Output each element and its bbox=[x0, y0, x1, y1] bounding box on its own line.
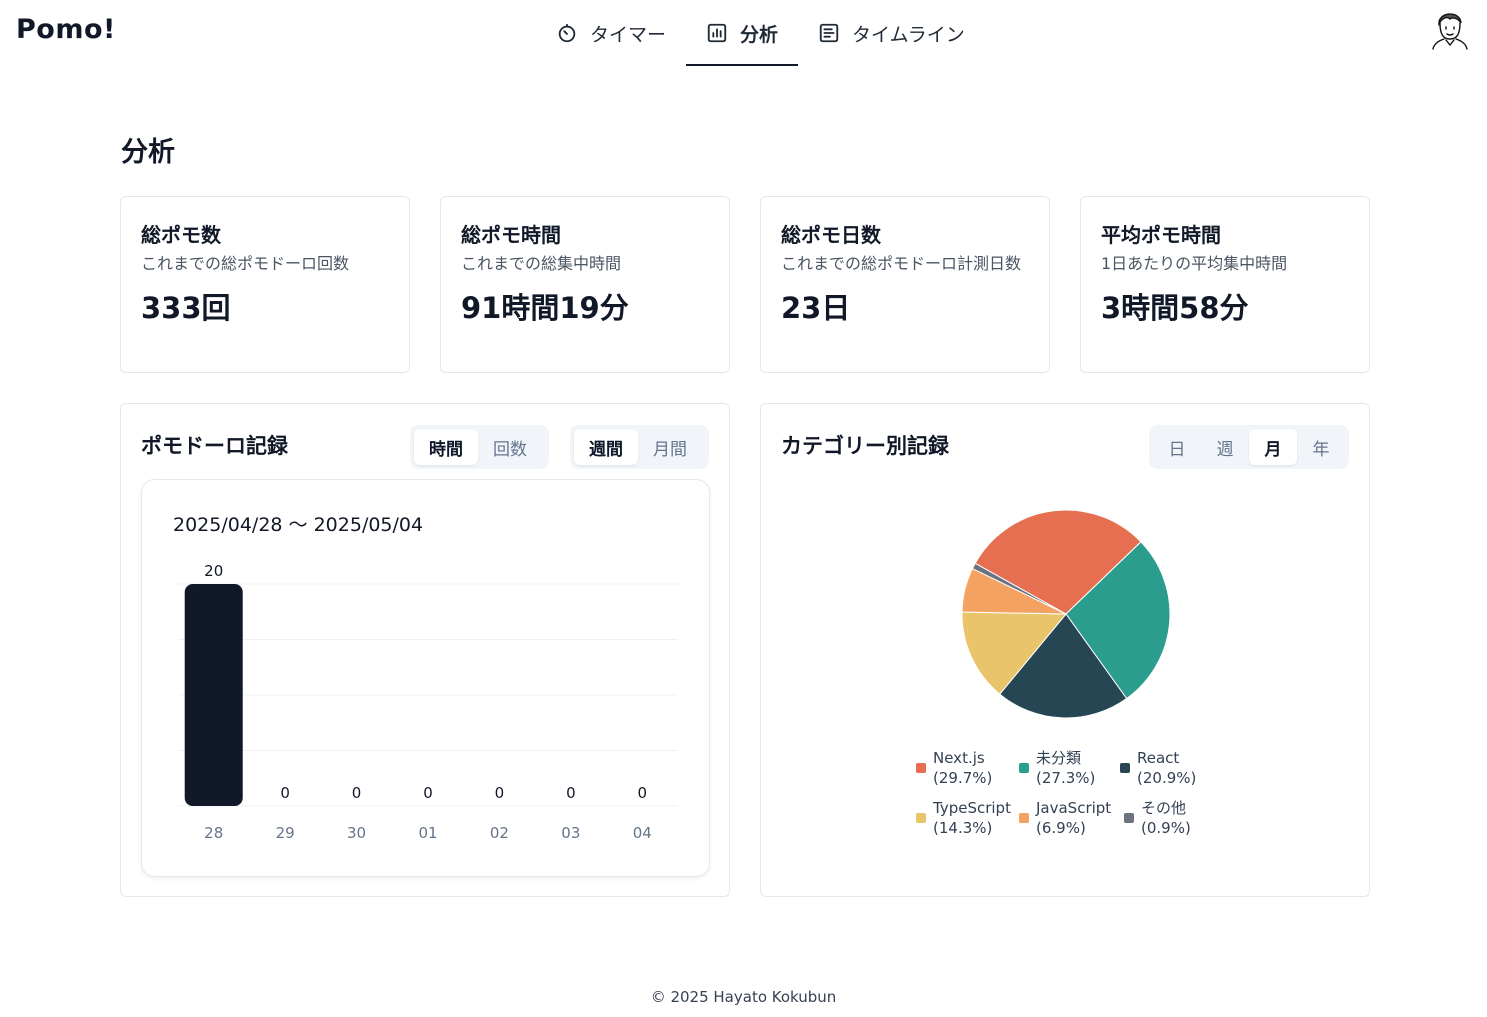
legend-label: TypeScript bbox=[933, 799, 1011, 817]
toggle-monthly-button[interactable]: 月間 bbox=[638, 429, 702, 465]
stat-card-total-count: 総ポモ数 これまでの総ポモドーロ回数 333回 bbox=[120, 196, 410, 373]
legend-swatch bbox=[1019, 763, 1029, 773]
stat-value: 3時間58分 bbox=[1101, 291, 1249, 325]
pomodoro-records-panel: ポモドーロ記録 時間 回数 週間 月間 2025/04/28 〜 2025/05… bbox=[120, 403, 730, 897]
nav-tab-timeline[interactable]: タイムライン bbox=[798, 0, 985, 66]
stat-description: これまでの総ポモドーロ計測日数 bbox=[781, 254, 1022, 273]
legend-percent: (27.3%) bbox=[1036, 769, 1096, 787]
legend-percent: (20.9%) bbox=[1137, 769, 1197, 787]
x-tick-label: 03 bbox=[561, 824, 580, 842]
list-icon bbox=[818, 22, 840, 44]
legend-swatch bbox=[1124, 813, 1134, 823]
nav-tab-label: 分析 bbox=[740, 23, 779, 46]
legend-item: React (20.9%) bbox=[1120, 748, 1196, 788]
toggle-year-button[interactable]: 年 bbox=[1297, 429, 1345, 465]
page-title: 分析 bbox=[121, 137, 175, 168]
stat-title: 平均ポモ時間 bbox=[1101, 223, 1221, 247]
bar[interactable] bbox=[184, 584, 243, 806]
app-logo[interactable]: Pomo! bbox=[16, 14, 116, 45]
legend-label: Next.js bbox=[933, 749, 985, 767]
chart-icon bbox=[706, 22, 728, 44]
legend-swatch bbox=[916, 813, 926, 823]
stat-title: 総ポモ時間 bbox=[461, 223, 561, 247]
panel-title: ポモドーロ記録 bbox=[141, 434, 288, 458]
stat-value: 91時間19分 bbox=[461, 291, 629, 325]
bar-value-label: 0 bbox=[566, 784, 576, 802]
x-tick-label: 02 bbox=[490, 824, 509, 842]
x-tick-label: 04 bbox=[633, 824, 652, 842]
x-tick-label: 28 bbox=[204, 824, 223, 842]
bar-chart: 2028029030001002003004 bbox=[178, 562, 678, 842]
stat-description: これまでの総集中時間 bbox=[461, 254, 622, 273]
legend-percent: (29.7%) bbox=[933, 769, 993, 787]
stat-value: 23日 bbox=[781, 291, 851, 325]
legend-percent: (6.9%) bbox=[1036, 819, 1086, 837]
toggle-time-button[interactable]: 時間 bbox=[414, 429, 478, 465]
toggle-day-button[interactable]: 日 bbox=[1153, 429, 1201, 465]
legend-swatch bbox=[1019, 813, 1029, 823]
stat-value: 333回 bbox=[141, 291, 231, 325]
stat-card-average-time: 平均ポモ時間 1日あたりの平均集中時間 3時間58分 bbox=[1080, 196, 1370, 373]
nav-tab-analytics[interactable]: 分析 bbox=[686, 0, 799, 66]
bar-value-label: 20 bbox=[204, 562, 223, 580]
legend-swatch bbox=[916, 763, 926, 773]
metric-toggle: 時間 回数 bbox=[410, 425, 549, 469]
stat-card-total-days: 総ポモ日数 これまでの総ポモドーロ計測日数 23日 bbox=[760, 196, 1050, 373]
legend-item: TypeScript (14.3%) bbox=[916, 798, 1011, 838]
legend-swatch bbox=[1120, 763, 1130, 773]
stat-card-total-time: 総ポモ時間 これまでの総集中時間 91時間19分 bbox=[440, 196, 730, 373]
category-period-toggle: 日 週 月 年 bbox=[1149, 425, 1349, 469]
stat-description: これまでの総ポモドーロ回数 bbox=[141, 254, 350, 273]
bar-value-label: 0 bbox=[495, 784, 505, 802]
x-tick-label: 29 bbox=[276, 824, 295, 842]
main-nav: タイマー 分析 タイムライン bbox=[536, 0, 985, 66]
nav-tab-label: タイムライン bbox=[852, 23, 965, 46]
toggle-month-button[interactable]: 月 bbox=[1249, 429, 1297, 465]
stat-description: 1日あたりの平均集中時間 bbox=[1101, 254, 1288, 273]
legend-label: JavaScript bbox=[1036, 799, 1112, 817]
header: Pomo! タイマー 分析 タイムライン bbox=[0, 0, 1487, 66]
toggle-count-button[interactable]: 回数 bbox=[478, 429, 542, 465]
legend-item: JavaScript (6.9%) bbox=[1019, 798, 1111, 838]
footer-copyright: © 2025 Hayato Kokubun bbox=[650, 988, 837, 1006]
legend-label: その他 bbox=[1141, 799, 1187, 817]
legend-item: Next.js (29.7%) bbox=[916, 748, 992, 788]
legend-item: その他 (0.9%) bbox=[1124, 798, 1191, 838]
toggle-weekly-button[interactable]: 週間 bbox=[574, 429, 638, 465]
period-toggle: 週間 月間 bbox=[570, 425, 709, 469]
user-avatar[interactable] bbox=[1430, 6, 1470, 50]
bar-value-label: 0 bbox=[280, 784, 290, 802]
legend-label: 未分類 bbox=[1036, 749, 1082, 767]
legend-percent: (14.3%) bbox=[933, 819, 993, 837]
panel-title: カテゴリー別記録 bbox=[781, 434, 949, 458]
nav-tab-label: タイマー bbox=[590, 23, 667, 46]
bar-value-label: 0 bbox=[352, 784, 362, 802]
category-records-panel: カテゴリー別記録 日 週 月 年 Next.js (29.7%) 未分類 (27.3… bbox=[760, 403, 1370, 897]
timer-icon bbox=[556, 22, 578, 44]
stat-title: 総ポモ日数 bbox=[781, 223, 881, 247]
bar-value-label: 0 bbox=[423, 784, 433, 802]
stat-title: 総ポモ数 bbox=[141, 223, 221, 247]
bar-value-label: 0 bbox=[638, 784, 648, 802]
x-tick-label: 30 bbox=[347, 824, 366, 842]
x-tick-label: 01 bbox=[418, 824, 437, 842]
legend-percent: (0.9%) bbox=[1141, 819, 1191, 837]
nav-tab-timer[interactable]: タイマー bbox=[536, 0, 686, 66]
legend-label: React bbox=[1137, 749, 1180, 767]
bar-chart-card: 2025/04/28 〜 2025/05/04 20 28 0 29 0 30 0 01 0 02… bbox=[141, 479, 710, 877]
legend-item: 未分類 (27.3%) bbox=[1019, 748, 1095, 788]
toggle-week-button[interactable]: 週 bbox=[1201, 429, 1249, 465]
